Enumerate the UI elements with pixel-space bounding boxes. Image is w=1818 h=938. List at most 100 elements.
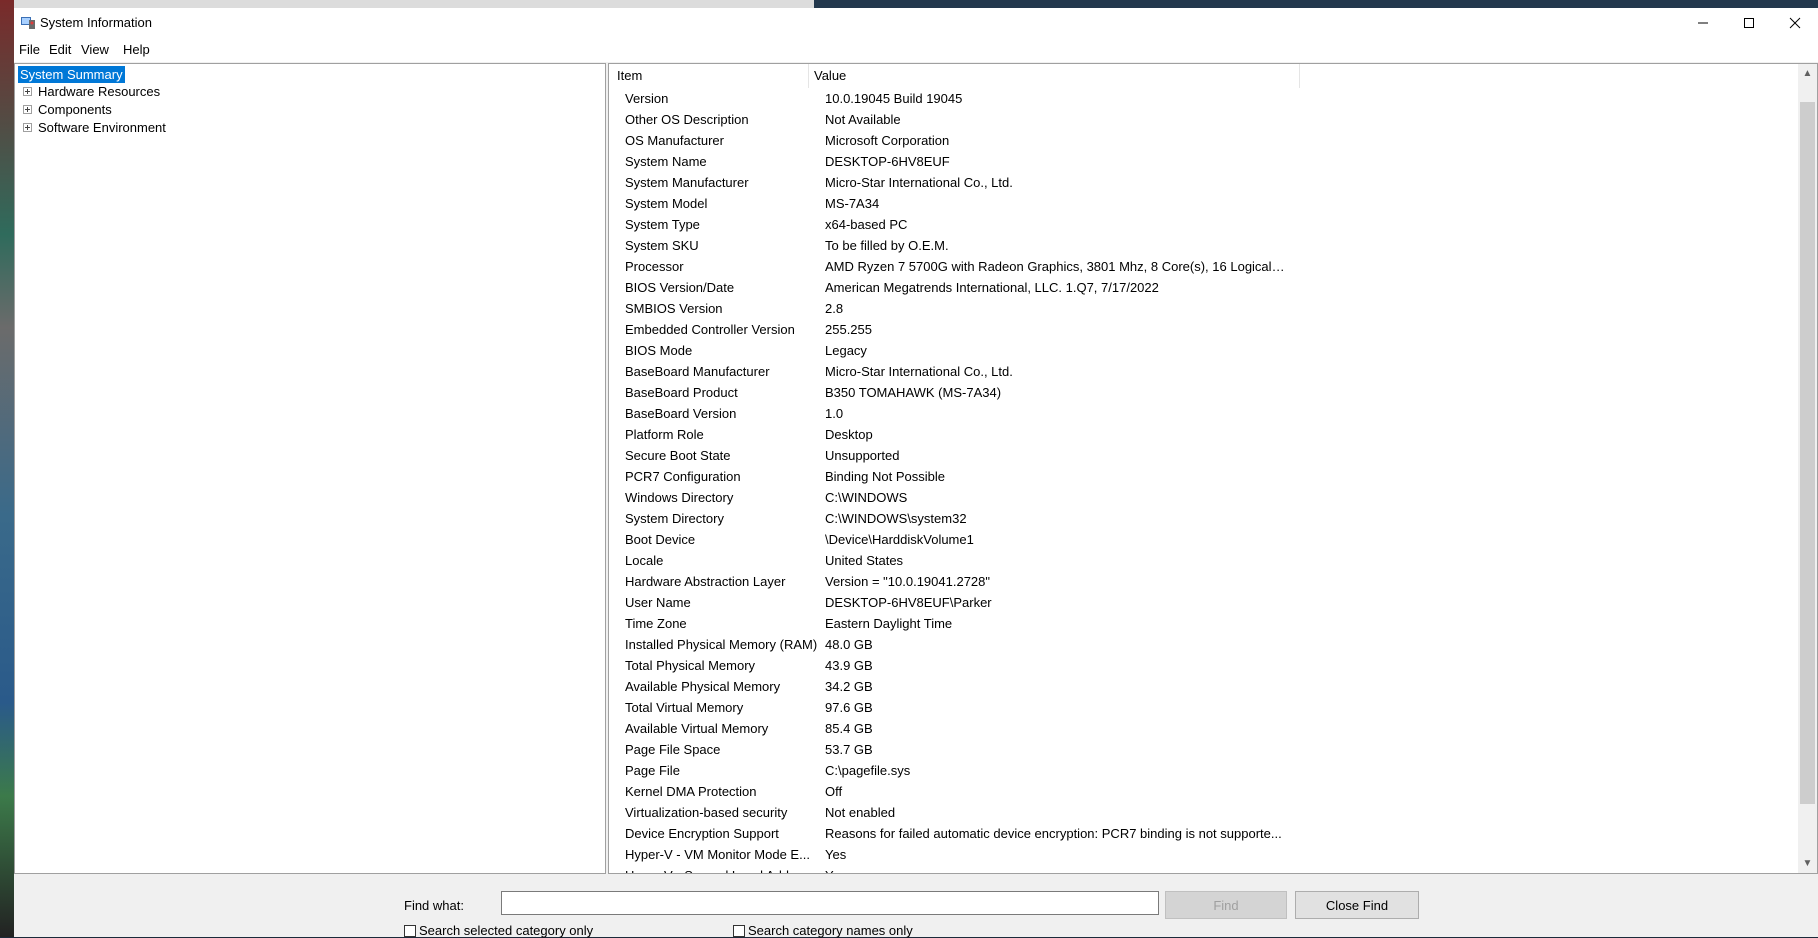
table-row[interactable]: Available Physical Memory 34.2 GB xyxy=(609,676,1791,697)
list-header: Item Value xyxy=(609,64,1791,88)
menu-file[interactable]: File xyxy=(19,42,40,57)
vertical-scrollbar[interactable]: ▲ ▼ xyxy=(1798,64,1817,873)
table-row[interactable]: System Manufacturer Micro-Star Internatio… xyxy=(609,172,1791,193)
table-row[interactable]: Secure Boot State Unsupported xyxy=(609,445,1791,466)
find-input[interactable] xyxy=(501,891,1159,915)
table-row[interactable]: Virtualization-based security Not enabled xyxy=(609,802,1791,823)
item-cell: Platform Role xyxy=(625,427,704,442)
table-row[interactable]: System Type x64-based PC xyxy=(609,214,1791,235)
find-label: Find what: xyxy=(404,898,464,913)
table-row[interactable]: BaseBoard Product B350 TOMAHAWK (MS-7A34) xyxy=(609,382,1791,403)
table-row[interactable]: Boot Device \Device\HarddiskVolume1 xyxy=(609,529,1791,550)
value-cell: Eastern Daylight Time xyxy=(825,616,953,631)
table-row[interactable]: BaseBoard Manufacturer Micro-Star Interna… xyxy=(609,361,1791,382)
item-cell: Locale xyxy=(625,553,664,568)
item-cell: Other OS Description xyxy=(625,112,749,127)
value-cell: Micro-Star International Co., Ltd. xyxy=(825,175,1013,190)
minimize-button[interactable] xyxy=(1680,8,1726,38)
menu-view[interactable]: View xyxy=(81,42,109,57)
table-row[interactable]: Page File C:\pagefile.sys xyxy=(609,760,1791,781)
table-row[interactable]: Total Virtual Memory 97.6 GB xyxy=(609,697,1791,718)
tree-item-software-environment[interactable]: Software Environment xyxy=(23,118,166,136)
desktop-icons-strip xyxy=(0,0,14,937)
item-cell: SMBIOS Version xyxy=(625,301,723,316)
value-cell: 34.2 GB xyxy=(825,679,873,694)
table-row[interactable]: Locale United States xyxy=(609,550,1791,571)
table-row[interactable]: Installed Physical Memory (RAM) 48.0 GB xyxy=(609,634,1791,655)
system-information-icon xyxy=(21,17,35,29)
table-row[interactable]: System SKU To be filled by O.E.M. xyxy=(609,235,1791,256)
table-row[interactable]: Embedded Controller Version 255.255 xyxy=(609,319,1791,340)
tree-item-label: System Summary xyxy=(18,65,125,83)
table-row[interactable]: System Name DESKTOP-6HV8EUF xyxy=(609,151,1791,172)
table-row[interactable]: SMBIOS Version 2.8 xyxy=(609,298,1791,319)
menu-help[interactable]: Help xyxy=(123,42,150,57)
table-row[interactable]: Hardware Abstraction Layer Version = "10.… xyxy=(609,571,1791,592)
close-button[interactable] xyxy=(1772,8,1818,38)
tree-item-hardware-resources[interactable]: Hardware Resources xyxy=(23,82,160,100)
maximize-button[interactable] xyxy=(1726,8,1772,38)
table-row[interactable]: BIOS Version/Date American Megatrends Int… xyxy=(609,277,1791,298)
checkbox-box[interactable] xyxy=(733,924,745,937)
table-row[interactable]: Kernel DMA Protection Off xyxy=(609,781,1791,802)
item-cell: Windows Directory xyxy=(625,490,734,505)
table-row[interactable]: OS Manufacturer Microsoft Corporation xyxy=(609,130,1791,151)
expand-icon[interactable] xyxy=(23,86,32,96)
item-cell: Total Virtual Memory xyxy=(625,700,744,715)
table-row[interactable]: System Model MS-7A34 xyxy=(609,193,1791,214)
column-divider[interactable] xyxy=(1299,64,1300,88)
item-cell: PCR7 Configuration xyxy=(625,469,741,484)
scrollbar-thumb[interactable] xyxy=(1800,102,1815,804)
item-cell: BaseBoard Manufacturer xyxy=(625,364,770,379)
table-row[interactable]: Version 10.0.19045 Build 19045 xyxy=(609,88,1791,109)
item-cell: Secure Boot State xyxy=(625,448,731,463)
close-find-button[interactable]: Close Find xyxy=(1295,891,1419,919)
table-row[interactable]: Available Virtual Memory 85.4 GB xyxy=(609,718,1791,739)
expand-icon[interactable] xyxy=(23,104,32,114)
table-row[interactable]: Windows Directory C:\WINDOWS xyxy=(609,487,1791,508)
tree-item-system-summary[interactable]: System Summary xyxy=(18,65,125,83)
table-row[interactable]: BaseBoard Version 1.0 xyxy=(609,403,1791,424)
item-cell: Version xyxy=(625,91,669,106)
item-cell: Boot Device xyxy=(625,532,696,547)
menu-edit[interactable]: Edit xyxy=(49,42,71,57)
table-row[interactable]: Platform Role Desktop xyxy=(609,424,1791,445)
search-selected-category-checkbox[interactable]: Search selected category only xyxy=(404,923,593,938)
category-tree: System Summary Hardware Resources Compon… xyxy=(14,63,606,874)
table-row[interactable]: Time Zone Eastern Daylight Time xyxy=(609,613,1791,634)
scroll-down-icon[interactable]: ▼ xyxy=(1798,854,1817,873)
table-row[interactable]: Other OS Description Not Available xyxy=(609,109,1791,130)
table-row[interactable]: Device Encryption Support Reasons for fai… xyxy=(609,823,1791,844)
expand-icon[interactable] xyxy=(23,122,32,132)
item-cell: Time Zone xyxy=(625,616,687,631)
item-cell: System Type xyxy=(625,217,700,232)
value-cell: DESKTOP-6HV8EUF xyxy=(825,154,950,169)
column-header-value[interactable]: Value xyxy=(814,68,846,83)
table-row[interactable]: User Name DESKTOP-6HV8EUF\Parker xyxy=(609,592,1791,613)
value-cell: x64-based PC xyxy=(825,217,908,232)
item-cell: Total Physical Memory xyxy=(625,658,756,673)
table-row[interactable]: Hyper-V - VM Monitor Mode E... Yes xyxy=(609,844,1791,865)
table-row[interactable]: Processor AMD Ryzen 7 5700G with Radeon G… xyxy=(609,256,1791,277)
value-cell: Legacy xyxy=(825,343,867,358)
tree-item-label: Hardware Resources xyxy=(38,83,161,99)
scroll-up-icon[interactable]: ▲ xyxy=(1798,64,1817,83)
column-header-item[interactable]: Item xyxy=(617,68,642,83)
tree-item-components[interactable]: Components xyxy=(23,100,112,118)
column-divider[interactable] xyxy=(808,64,809,88)
item-cell: Page File xyxy=(625,763,680,778)
table-row[interactable]: BIOS Mode Legacy xyxy=(609,340,1791,361)
table-row[interactable]: PCR7 Configuration Binding Not Possible xyxy=(609,466,1791,487)
search-category-names-checkbox[interactable]: Search category names only xyxy=(733,923,913,938)
table-row[interactable]: Hyper-V - Second Level Addres... Yes xyxy=(609,865,1791,873)
checkbox-box[interactable] xyxy=(404,924,416,937)
item-cell: Hyper-V - Second Level Addres... xyxy=(625,868,819,873)
table-row[interactable]: Page File Space 53.7 GB xyxy=(609,739,1791,760)
value-cell: DESKTOP-6HV8EUF\Parker xyxy=(825,595,992,610)
find-button[interactable]: Find xyxy=(1165,891,1287,919)
table-row[interactable]: System Directory C:\WINDOWS\system32 xyxy=(609,508,1791,529)
table-row[interactable]: Total Physical Memory 43.9 GB xyxy=(609,655,1791,676)
value-cell: C:\WINDOWS\system32 xyxy=(825,511,967,526)
title-bar[interactable]: System Information xyxy=(14,8,1818,38)
item-cell: System Model xyxy=(625,196,708,211)
